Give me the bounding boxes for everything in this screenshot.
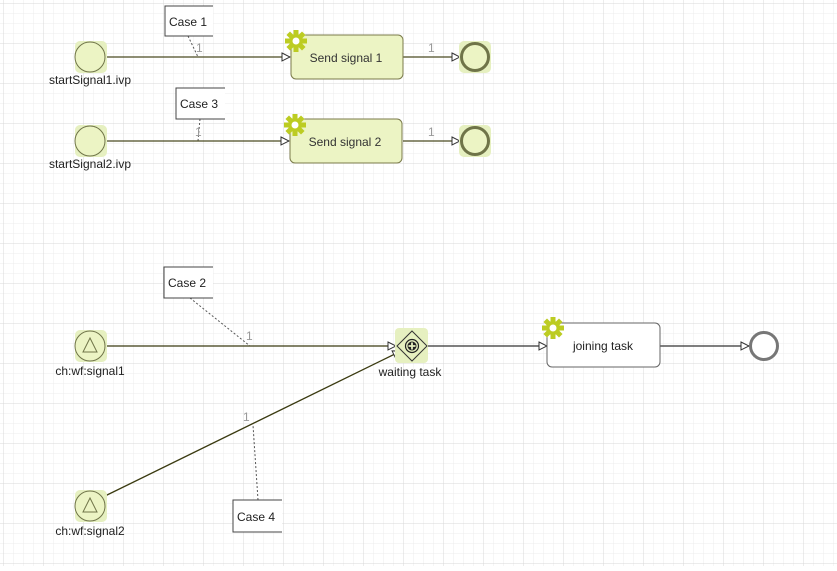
event-label: startSignal2.ivp xyxy=(49,157,131,171)
annotation-text: Case 2 xyxy=(168,276,206,290)
annotation-case-2[interactable]: Case 2 xyxy=(163,266,213,299)
event-label: ch:wf:signal2 xyxy=(55,524,125,538)
annotation-text: Case 3 xyxy=(180,97,218,111)
annotation-case-3[interactable]: Case 3 xyxy=(175,87,225,120)
task-label: Send signal 1 xyxy=(310,51,383,65)
flow-label: 1 xyxy=(243,410,250,424)
event-label: startSignal1.ivp xyxy=(49,73,131,87)
annotation-text: Case 4 xyxy=(237,510,275,524)
annotation-case-4[interactable]: Case 4 xyxy=(232,499,282,533)
task-label: Send signal 2 xyxy=(309,135,382,149)
gear-icon xyxy=(542,317,564,339)
gear-icon xyxy=(285,30,307,52)
task-send-signal-2[interactable]: Send signal 2 xyxy=(284,114,403,164)
annotation-text: Case 1 xyxy=(169,15,207,29)
flow-label: 1 xyxy=(428,41,435,55)
end-event-1[interactable] xyxy=(459,41,491,73)
gateway-label: waiting task xyxy=(378,365,443,379)
flow-label: 1 xyxy=(196,41,203,55)
task-send-signal-1[interactable]: Send signal 1 xyxy=(285,30,404,80)
flow-label: 1 xyxy=(428,125,435,139)
gear-icon xyxy=(284,114,306,136)
end-event-2[interactable] xyxy=(459,125,491,157)
flow-label: 1 xyxy=(246,329,253,343)
event-label: ch:wf:signal1 xyxy=(55,364,125,378)
task-joining[interactable]: joining task xyxy=(542,317,661,368)
task-label: joining task xyxy=(572,339,634,353)
process-canvas[interactable]: 1 1 1 1 1 1 Case 1 Case 3 Case 2 Case 4 … xyxy=(0,0,837,566)
end-event-3[interactable] xyxy=(749,331,779,361)
annotation-case-1[interactable]: Case 1 xyxy=(164,5,213,37)
flow-label: 1 xyxy=(195,125,202,139)
